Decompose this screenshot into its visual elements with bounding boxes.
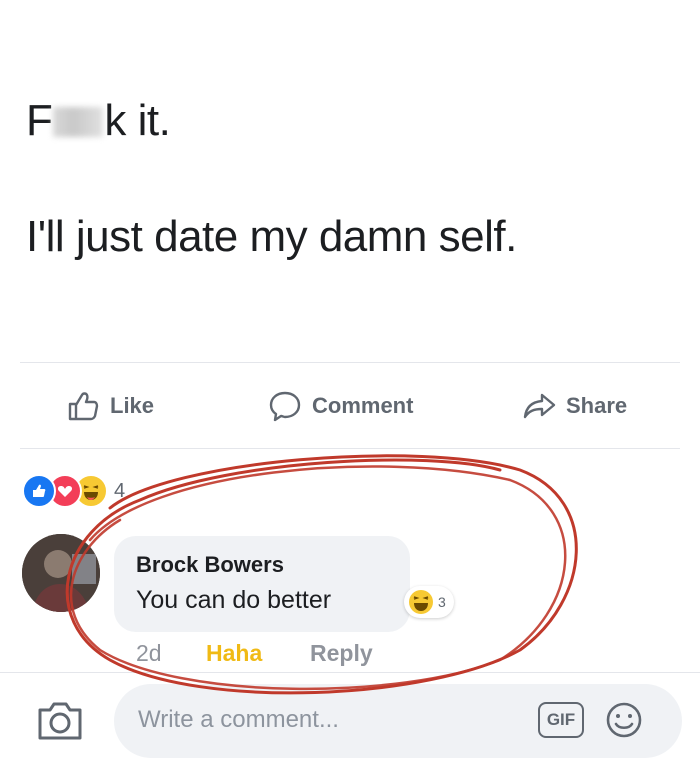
gif-button[interactable]: GIF — [538, 702, 584, 738]
reply-link[interactable]: Reply — [310, 640, 373, 667]
post-text-line-2: I'll just date my damn self. — [26, 212, 517, 261]
commenter-name[interactable]: Brock Bowers — [136, 552, 284, 578]
reaction-count: 4 — [114, 479, 126, 502]
comment-label: Comment — [312, 393, 414, 418]
comment-input[interactable]: Write a comment... GIF — [114, 684, 682, 758]
reaction-summary[interactable]: 4 — [22, 474, 125, 508]
comment-reaction-badge[interactable]: 3 — [404, 586, 454, 618]
post-text-prefix: F — [26, 96, 53, 145]
comment-text: You can do better — [136, 586, 332, 614]
post-text-line-1: Fk it. — [26, 96, 171, 146]
speech-bubble-icon — [269, 391, 301, 422]
share-label: Share — [566, 393, 628, 418]
post-divider — [20, 362, 680, 363]
thumbs-up-icon — [68, 392, 99, 421]
haha-reaction-link[interactable]: Haha — [206, 640, 262, 667]
camera-icon[interactable] — [36, 698, 84, 742]
actions-divider — [20, 448, 680, 449]
comment-age: 2d — [136, 640, 162, 666]
comment-bubble: Brock Bowers You can do better — [114, 536, 410, 632]
like-button[interactable]: Like — [66, 388, 154, 424]
share-button[interactable]: Share — [522, 388, 627, 424]
comment-reaction-count: 3 — [438, 594, 446, 610]
like-icon — [22, 474, 56, 508]
post-text-suffix: k it. — [104, 96, 171, 145]
haha-icon — [409, 590, 433, 614]
comment-input-placeholder: Write a comment... — [138, 706, 339, 733]
comment-button[interactable]: Comment — [268, 388, 413, 424]
like-label: Like — [110, 393, 155, 418]
emoji-icon[interactable] — [604, 700, 644, 740]
share-arrow-icon — [523, 393, 556, 419]
commenter-avatar[interactable] — [22, 534, 100, 612]
censor-blur — [53, 107, 104, 137]
